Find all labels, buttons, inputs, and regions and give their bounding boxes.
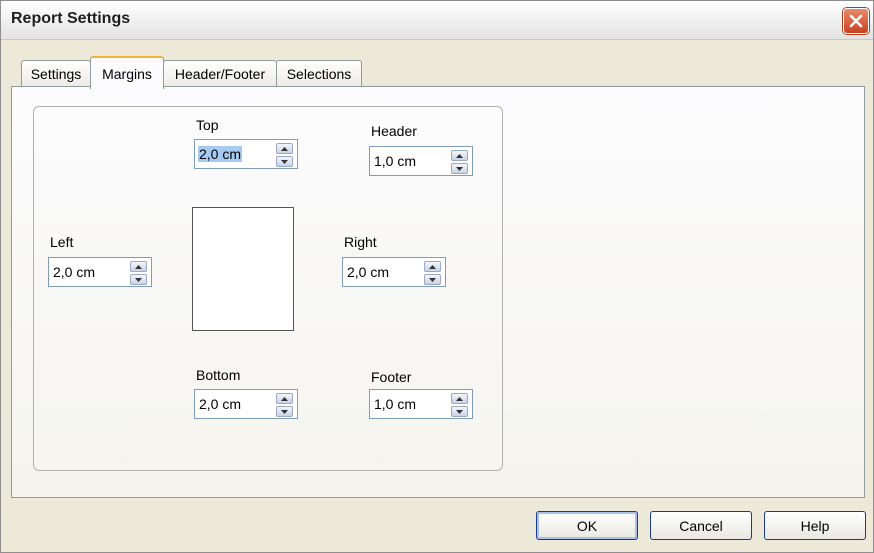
- arrow-up-icon: [429, 264, 436, 269]
- help-button[interactable]: Help: [764, 511, 866, 540]
- right-margin-value[interactable]: 2,0 cm: [346, 264, 390, 280]
- header-decrement-button[interactable]: [451, 163, 468, 174]
- window-title: Report Settings: [11, 10, 131, 27]
- tab-margins[interactable]: Margins: [90, 56, 164, 89]
- ok-button-label: OK: [576, 517, 598, 534]
- header-margin-value[interactable]: 1,0 cm: [373, 153, 417, 169]
- arrow-up-icon: [456, 396, 463, 401]
- left-margin-spinner[interactable]: 2,0 cm: [48, 257, 152, 287]
- header-margin-spinner[interactable]: 1,0 cm: [369, 146, 473, 176]
- header-label: Header: [371, 123, 417, 139]
- report-settings-dialog: Report Settings Settings Margins Header/…: [0, 0, 874, 553]
- header-increment-button[interactable]: [451, 150, 468, 161]
- arrow-up-icon: [281, 146, 288, 151]
- right-label: Right: [344, 234, 377, 250]
- tab-selections[interactable]: Selections: [276, 60, 362, 86]
- cancel-button-label: Cancel: [679, 517, 723, 534]
- arrow-up-icon: [135, 264, 142, 269]
- arrow-down-icon: [429, 277, 436, 282]
- arrow-down-icon: [281, 159, 288, 164]
- tab-header-footer-label: Header/Footer: [174, 65, 266, 82]
- footer-decrement-button[interactable]: [451, 406, 468, 417]
- right-margin-spinner[interactable]: 2,0 cm: [342, 257, 446, 287]
- top-margin-spinner[interactable]: 2,0 cm: [194, 139, 298, 169]
- footer-margin-spinner[interactable]: 1,0 cm: [369, 389, 473, 419]
- left-increment-button[interactable]: [130, 261, 147, 272]
- bottom-decrement-button[interactable]: [276, 406, 293, 417]
- tab-selections-label: Selections: [286, 65, 352, 82]
- left-margin-value[interactable]: 2,0 cm: [52, 264, 96, 280]
- close-button[interactable]: [843, 8, 869, 34]
- title-bar[interactable]: Report Settings: [1, 1, 873, 40]
- left-label: Left: [50, 234, 74, 250]
- tab-settings[interactable]: Settings: [21, 60, 91, 86]
- help-button-label: Help: [800, 517, 830, 534]
- tab-margins-label: Margins: [102, 65, 152, 82]
- right-decrement-button[interactable]: [424, 274, 441, 285]
- top-label: Top: [196, 117, 219, 133]
- cancel-button[interactable]: Cancel: [650, 511, 752, 540]
- left-decrement-button[interactable]: [130, 274, 147, 285]
- arrow-down-icon: [135, 277, 142, 282]
- arrow-up-icon: [281, 396, 288, 401]
- top-decrement-button[interactable]: [276, 156, 293, 167]
- page-preview: [192, 207, 294, 331]
- arrow-down-icon: [456, 166, 463, 171]
- footer-label: Footer: [371, 369, 412, 385]
- bottom-increment-button[interactable]: [276, 393, 293, 404]
- right-increment-button[interactable]: [424, 261, 441, 272]
- tab-header-footer[interactable]: Header/Footer: [163, 60, 277, 86]
- bottom-margin-value[interactable]: 2,0 cm: [198, 396, 242, 412]
- top-margin-value[interactable]: 2,0 cm: [198, 146, 243, 162]
- arrow-down-icon: [281, 409, 288, 414]
- arrow-up-icon: [456, 153, 463, 158]
- close-icon: [849, 14, 863, 28]
- ok-button[interactable]: OK: [536, 511, 638, 540]
- bottom-margin-spinner[interactable]: 2,0 cm: [194, 389, 298, 419]
- bottom-label: Bottom: [196, 367, 241, 383]
- top-increment-button[interactable]: [276, 143, 293, 154]
- arrow-down-icon: [456, 409, 463, 414]
- footer-increment-button[interactable]: [451, 393, 468, 404]
- tab-settings-label: Settings: [30, 65, 82, 82]
- footer-margin-value[interactable]: 1,0 cm: [373, 396, 417, 412]
